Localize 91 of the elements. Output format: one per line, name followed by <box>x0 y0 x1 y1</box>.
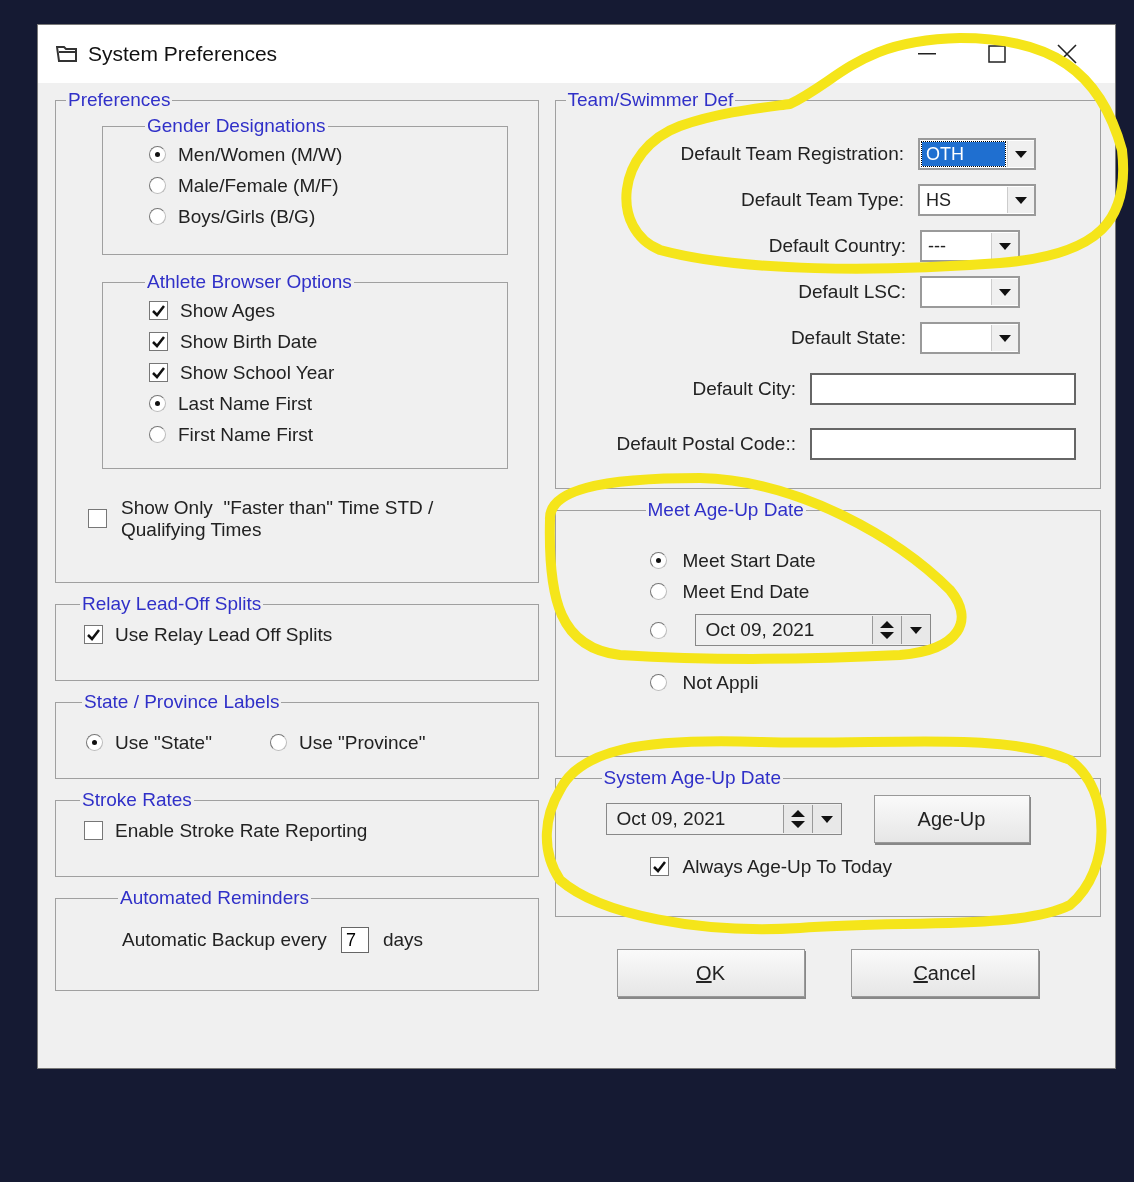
caret-icon <box>1015 196 1027 204</box>
checkbox[interactable] <box>88 509 107 528</box>
group-title: State / Province Labels <box>83 691 281 713</box>
dropdown-button[interactable] <box>991 233 1018 259</box>
radio-option[interactable]: Use "State" <box>86 727 212 758</box>
group-title: Athlete Browser Options <box>146 271 353 293</box>
radio-button[interactable] <box>649 674 667 691</box>
dropdown-button[interactable] <box>991 279 1018 305</box>
caret-icon <box>999 334 1011 342</box>
minimize-icon <box>918 53 936 55</box>
window-title: System Preferences <box>88 42 279 66</box>
date-picker[interactable]: Oct 09, 2021 <box>694 614 931 646</box>
radio-option[interactable]: First Name First <box>149 419 493 450</box>
checkbox-option[interactable]: Always Age-Up To Today <box>649 851 1086 882</box>
radio-option[interactable]: Male/Female (M/F) <box>149 170 493 201</box>
field-label: Default LSC: <box>798 281 906 303</box>
group-title: Relay Lead-Off Splits <box>81 593 263 615</box>
dropdown-button[interactable] <box>900 616 930 644</box>
caret-icon <box>1015 150 1027 158</box>
option-label: Not Appli <box>682 671 759 694</box>
ok-button[interactable]: OK <box>616 949 805 997</box>
radio-option[interactable]: Boys/Girls (B/G) <box>149 201 493 232</box>
combo-box[interactable]: --- <box>920 230 1020 262</box>
up-down-icon <box>879 620 894 640</box>
checkbox-option[interactable]: Use Relay Lead Off Splits <box>84 619 524 650</box>
checkbox-option[interactable]: Enable Stroke Rate Reporting <box>84 815 524 846</box>
group-title: Gender Designations <box>146 115 327 137</box>
dropdown-button[interactable] <box>991 325 1018 351</box>
spin-button[interactable] <box>782 805 812 833</box>
field-label: Default State: <box>790 327 906 349</box>
field-label: Default Postal Code:: <box>616 432 796 455</box>
dropdown-button[interactable] <box>1007 141 1034 167</box>
caret-icon <box>999 242 1011 250</box>
check-icon <box>152 335 165 348</box>
checkbox[interactable] <box>149 332 168 351</box>
cancel-button[interactable]: Cancel <box>850 949 1039 997</box>
field-label: Default Team Registration: <box>680 143 904 165</box>
option-label: Meet End Date <box>682 580 810 603</box>
radio-option[interactable]: Men/Women (M/W) <box>149 139 493 170</box>
radio-button[interactable] <box>649 621 667 639</box>
days-field[interactable]: 7 <box>340 927 369 953</box>
radio-option[interactable]: Last Name First <box>149 388 493 419</box>
date-value: Oct 09, 2021 <box>615 808 727 830</box>
days-label: days <box>382 929 423 951</box>
combo-box[interactable]: HS <box>918 184 1036 216</box>
maximize-icon <box>988 45 1006 63</box>
close-icon <box>1057 44 1077 64</box>
caret-icon <box>820 815 833 823</box>
checkbox[interactable] <box>649 857 669 876</box>
option-label: Meet Start Date <box>682 549 816 572</box>
group-title: Team/Swimmer Def <box>566 89 735 111</box>
checkbox-option[interactable]: Show Birth Date <box>149 326 493 357</box>
checkbox[interactable] <box>149 363 168 382</box>
checkbox[interactable] <box>84 625 103 644</box>
age-up-button[interactable]: Age-Up <box>873 795 1030 843</box>
group-title: System Age-Up Date <box>602 767 782 789</box>
radio-button[interactable] <box>649 583 667 600</box>
check-icon <box>652 860 666 873</box>
up-down-icon <box>790 809 805 829</box>
combo-box[interactable]: OTH <box>918 138 1036 170</box>
text-field[interactable] <box>810 372 1076 405</box>
date-value: Oct 09, 2021 <box>704 619 816 641</box>
field-label: Default City: <box>692 377 796 400</box>
dropdown-button[interactable] <box>1007 187 1034 213</box>
checkbox[interactable] <box>84 821 103 840</box>
check-icon <box>87 628 100 641</box>
group-title: Stroke Rates <box>81 789 193 811</box>
group-title: Meet Age-Up Date <box>646 499 805 521</box>
date-picker[interactable]: Oct 09, 2021 <box>605 803 842 835</box>
dropdown-button[interactable] <box>811 805 841 833</box>
radio-button[interactable] <box>649 552 667 569</box>
checkbox-option[interactable]: Show School Year <box>149 357 493 388</box>
combo-value: OTH <box>922 142 1005 166</box>
group-title: Automated Reminders <box>119 887 311 909</box>
radio-option[interactable]: Use "Province" <box>269 727 426 758</box>
caret-icon <box>999 288 1011 296</box>
field-label: Default Country: <box>768 235 906 257</box>
checkbox-option[interactable]: Show Only "Faster than" Time STD / Qualifying Times <box>88 497 508 541</box>
combo-value: --- <box>927 234 947 258</box>
field-label: Default Team Type: <box>741 189 904 211</box>
backup-label: Automatic Backup every <box>122 929 327 951</box>
spin-button[interactable] <box>871 616 901 644</box>
combo-value: HS <box>925 188 952 212</box>
text-field[interactable] <box>810 427 1076 460</box>
checkbox-option[interactable]: Show Ages <box>149 295 493 326</box>
group-title: Preferences <box>67 89 172 111</box>
checkbox[interactable] <box>149 301 168 320</box>
check-icon <box>152 304 165 317</box>
window-icon <box>56 45 78 63</box>
caret-icon <box>909 626 922 634</box>
check-icon <box>152 366 165 379</box>
